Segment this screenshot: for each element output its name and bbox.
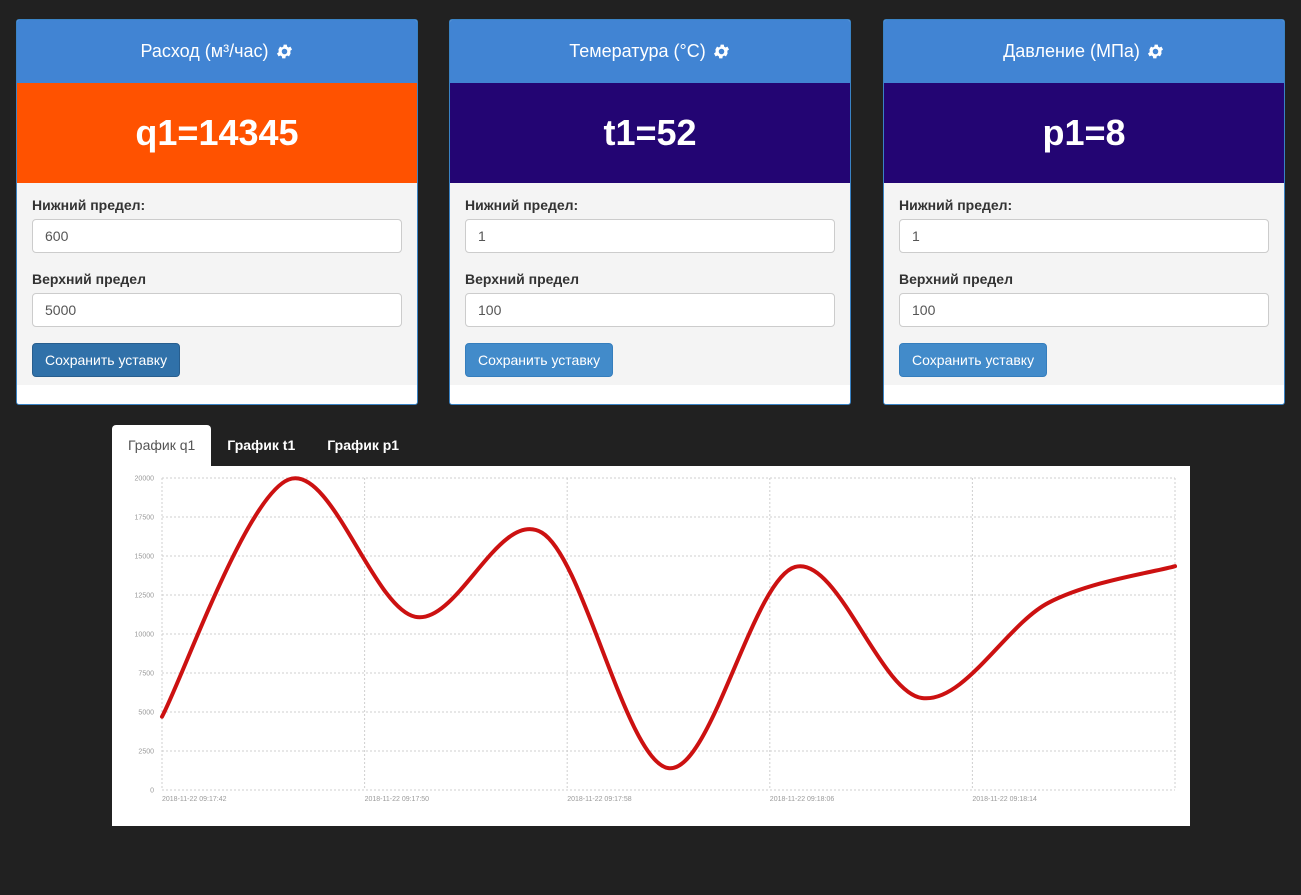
upper-limit-label: Верхний предел bbox=[465, 271, 579, 287]
panel-body: Нижний предел: Верхний предел Сохранить … bbox=[17, 183, 417, 385]
value-display: t1=52 bbox=[450, 83, 850, 183]
y-tick-label: 7500 bbox=[138, 671, 154, 678]
gear-icon[interactable] bbox=[1146, 42, 1165, 61]
panel-title: Темература (°C) bbox=[569, 41, 706, 61]
tab-chart-q1[interactable]: График q1 bbox=[112, 425, 212, 466]
chart-tabs: График q1 График t1 График p1 bbox=[112, 425, 415, 466]
panel-flow: Расход (м³/час) q1=14345 Нижний предел: … bbox=[16, 19, 418, 405]
x-tick-label: 2018-11-22 09:17:58 bbox=[567, 796, 632, 803]
x-tick-label: 2018-11-22 09:18:14 bbox=[972, 796, 1037, 803]
y-tick-label: 12500 bbox=[135, 593, 155, 600]
upper-limit-label: Верхний предел bbox=[899, 271, 1013, 287]
panel-heading: Расход (м³/час) bbox=[17, 20, 417, 83]
x-tick-label: 2018-11-22 09:17:42 bbox=[162, 796, 227, 803]
y-tick-label: 17500 bbox=[135, 515, 155, 522]
upper-limit-input[interactable] bbox=[899, 293, 1269, 327]
lower-limit-label: Нижний предел: bbox=[465, 197, 579, 213]
panel-body: Нижний предел: Верхний предел Сохранить … bbox=[884, 183, 1284, 385]
series-line bbox=[160, 476, 1177, 771]
gear-icon[interactable] bbox=[712, 42, 731, 61]
save-setpoint-button[interactable]: Сохранить уставку bbox=[899, 343, 1048, 377]
value-display: p1=8 bbox=[884, 83, 1284, 183]
lower-limit-input[interactable] bbox=[899, 219, 1269, 253]
value-display: q1=14345 bbox=[17, 83, 417, 183]
panel-body: Нижний предел: Верхний предел Сохранить … bbox=[450, 183, 850, 385]
tab-chart-t1[interactable]: График t1 bbox=[211, 425, 311, 466]
value-text: q1=14345 bbox=[135, 112, 299, 153]
lower-limit-input[interactable] bbox=[32, 219, 402, 253]
value-text: p1=8 bbox=[1042, 112, 1126, 153]
x-tick-label: 2018-11-22 09:17:50 bbox=[365, 796, 430, 803]
y-tick-label: 2500 bbox=[138, 749, 154, 756]
y-tick-label: 15000 bbox=[135, 554, 155, 561]
panel-title: Давление (МПа) bbox=[1003, 41, 1140, 61]
panel-title: Расход (м³/час) bbox=[140, 41, 269, 61]
lower-limit-label: Нижний предел: bbox=[899, 197, 1013, 213]
lower-limit-label: Нижний предел: bbox=[32, 197, 146, 213]
save-setpoint-button[interactable]: Сохранить уставку bbox=[32, 343, 181, 377]
tab-chart-p1[interactable]: График p1 bbox=[311, 425, 415, 466]
y-tick-label: 10000 bbox=[135, 632, 155, 639]
y-tick-label: 5000 bbox=[138, 710, 154, 717]
panel-heading: Темература (°C) bbox=[450, 20, 850, 83]
line-chart: 0 2500 5000 7500 10000 12500 15000 17500 20000 20… bbox=[135, 476, 1177, 803]
y-tick-label: 0 bbox=[150, 788, 154, 795]
lower-limit-input[interactable] bbox=[465, 219, 835, 253]
value-text: t1=52 bbox=[603, 112, 697, 153]
upper-limit-input[interactable] bbox=[32, 293, 402, 327]
x-tick-label: 2018-11-22 09:18:06 bbox=[770, 796, 835, 803]
gear-icon[interactable] bbox=[275, 42, 294, 61]
panel-pressure: Давление (МПа) p1=8 Нижний предел: Верхн… bbox=[883, 19, 1285, 405]
panel-heading: Давление (МПа) bbox=[884, 20, 1284, 83]
panel-temperature: Темература (°C) t1=52 Нижний предел: Вер… bbox=[449, 19, 851, 405]
upper-limit-input[interactable] bbox=[465, 293, 835, 327]
save-setpoint-button[interactable]: Сохранить уставку bbox=[465, 343, 614, 377]
upper-limit-label: Верхний предел bbox=[32, 271, 146, 287]
chart-container: 0 2500 5000 7500 10000 12500 15000 17500 20000 20… bbox=[112, 466, 1190, 826]
y-tick-label: 20000 bbox=[135, 476, 155, 483]
